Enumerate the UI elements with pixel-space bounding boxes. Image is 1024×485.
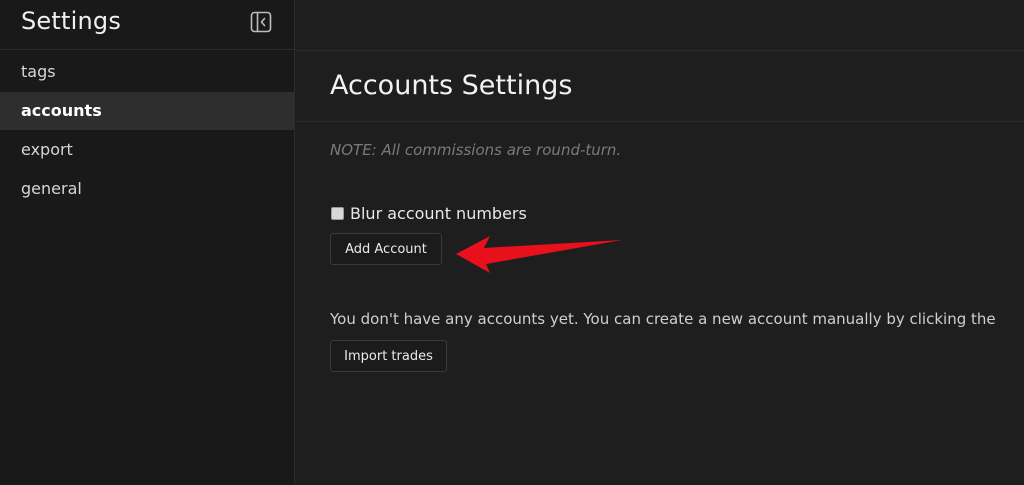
sidebar-collapse-icon[interactable]: [250, 11, 272, 33]
page-title: Accounts Settings: [330, 70, 573, 101]
import-trades-button[interactable]: Import trades: [330, 340, 447, 372]
title-divider: [296, 121, 1024, 122]
sidebar-title: Settings: [21, 7, 122, 35]
commission-note: NOTE: All commissions are round-turn.: [330, 141, 622, 159]
red-arrow-annotation-icon: [450, 232, 630, 277]
sidebar-item-tags[interactable]: tags: [0, 53, 294, 91]
blur-account-numbers-row: Blur account numbers: [331, 203, 527, 223]
add-account-button[interactable]: Add Account: [330, 233, 442, 265]
sidebar-item-general[interactable]: general: [0, 170, 294, 208]
app-window: Settings tags accounts export general Ac…: [0, 0, 1024, 485]
blur-account-numbers-label[interactable]: Blur account numbers: [350, 204, 527, 223]
sidebar-item-accounts[interactable]: accounts: [0, 92, 294, 130]
top-bar: [296, 0, 1024, 51]
blur-account-numbers-checkbox[interactable]: [331, 206, 344, 220]
sidebar-header: Settings: [0, 0, 294, 50]
sidebar-item-export[interactable]: export: [0, 131, 294, 169]
empty-accounts-message: You don't have any accounts yet. You can…: [330, 310, 996, 328]
settings-nav: tags accounts export general: [0, 53, 294, 209]
sidebar: Settings tags accounts export general: [0, 0, 295, 485]
